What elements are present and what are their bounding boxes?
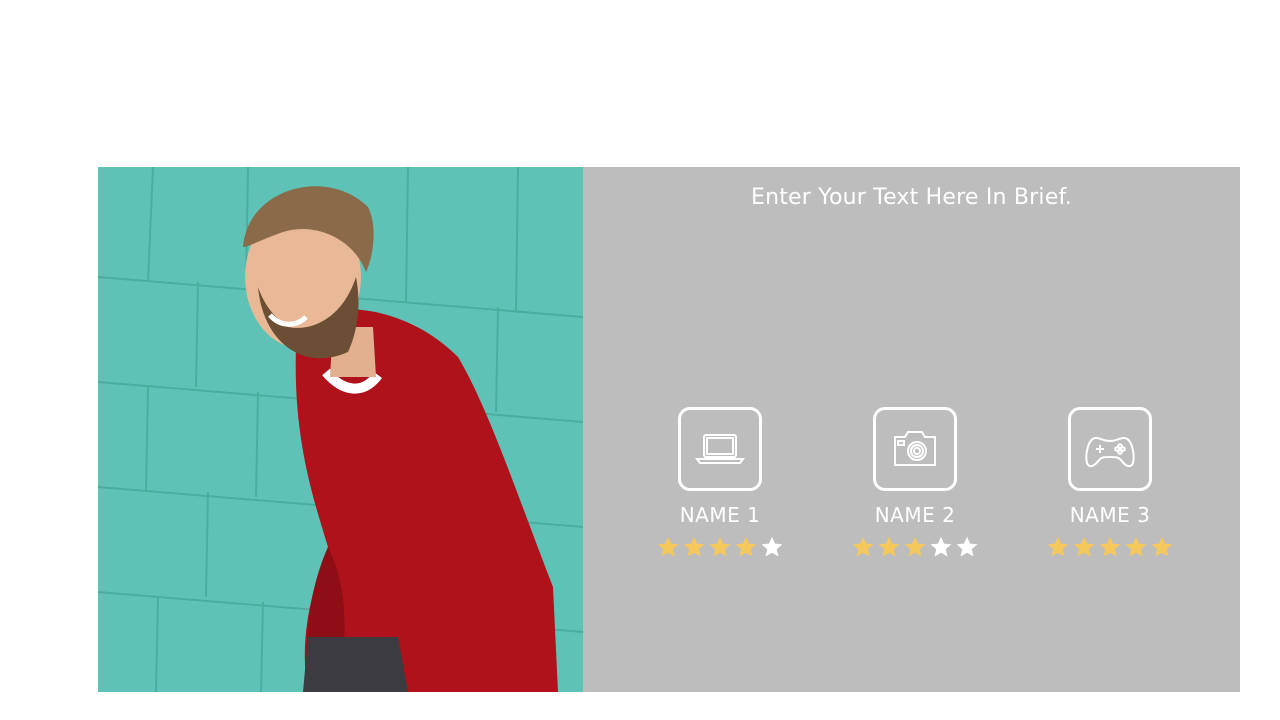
star-filled-icon: [683, 536, 705, 557]
card-name: NAME 1: [679, 503, 761, 527]
gamepad-icon: [1068, 407, 1152, 491]
star-empty-icon: [930, 536, 952, 557]
rating-card-2: NAME 2: [835, 407, 995, 559]
rating-stars: [835, 535, 995, 559]
star-filled-icon: [1099, 536, 1121, 557]
rating-stars: [1030, 535, 1190, 559]
star-filled-icon: [1073, 536, 1095, 557]
rating-card-1: NAME 1: [640, 407, 800, 559]
laptop-icon: [678, 407, 762, 491]
star-empty-icon: [761, 536, 783, 557]
star-filled-icon: [1125, 536, 1147, 557]
star-filled-icon: [1151, 536, 1173, 557]
profile-photo: [98, 167, 583, 692]
rating-card-3: NAME 3: [1030, 407, 1190, 559]
star-filled-icon: [904, 536, 926, 557]
star-filled-icon: [709, 536, 731, 557]
camera-icon: [873, 407, 957, 491]
info-panel: Enter Your Text Here In Brief. NAME 1 NA…: [583, 167, 1240, 692]
star-filled-icon: [878, 536, 900, 557]
card-name: NAME 2: [874, 503, 956, 527]
star-empty-icon: [956, 536, 978, 557]
rating-stars: [640, 535, 800, 559]
slide: Enter Your Text Here In Brief. NAME 1 NA…: [0, 0, 1280, 720]
star-filled-icon: [852, 536, 874, 557]
headline: Enter Your Text Here In Brief.: [750, 185, 1072, 210]
star-filled-icon: [735, 536, 757, 557]
card-name: NAME 3: [1069, 503, 1151, 527]
star-filled-icon: [657, 536, 679, 557]
star-filled-icon: [1047, 536, 1069, 557]
